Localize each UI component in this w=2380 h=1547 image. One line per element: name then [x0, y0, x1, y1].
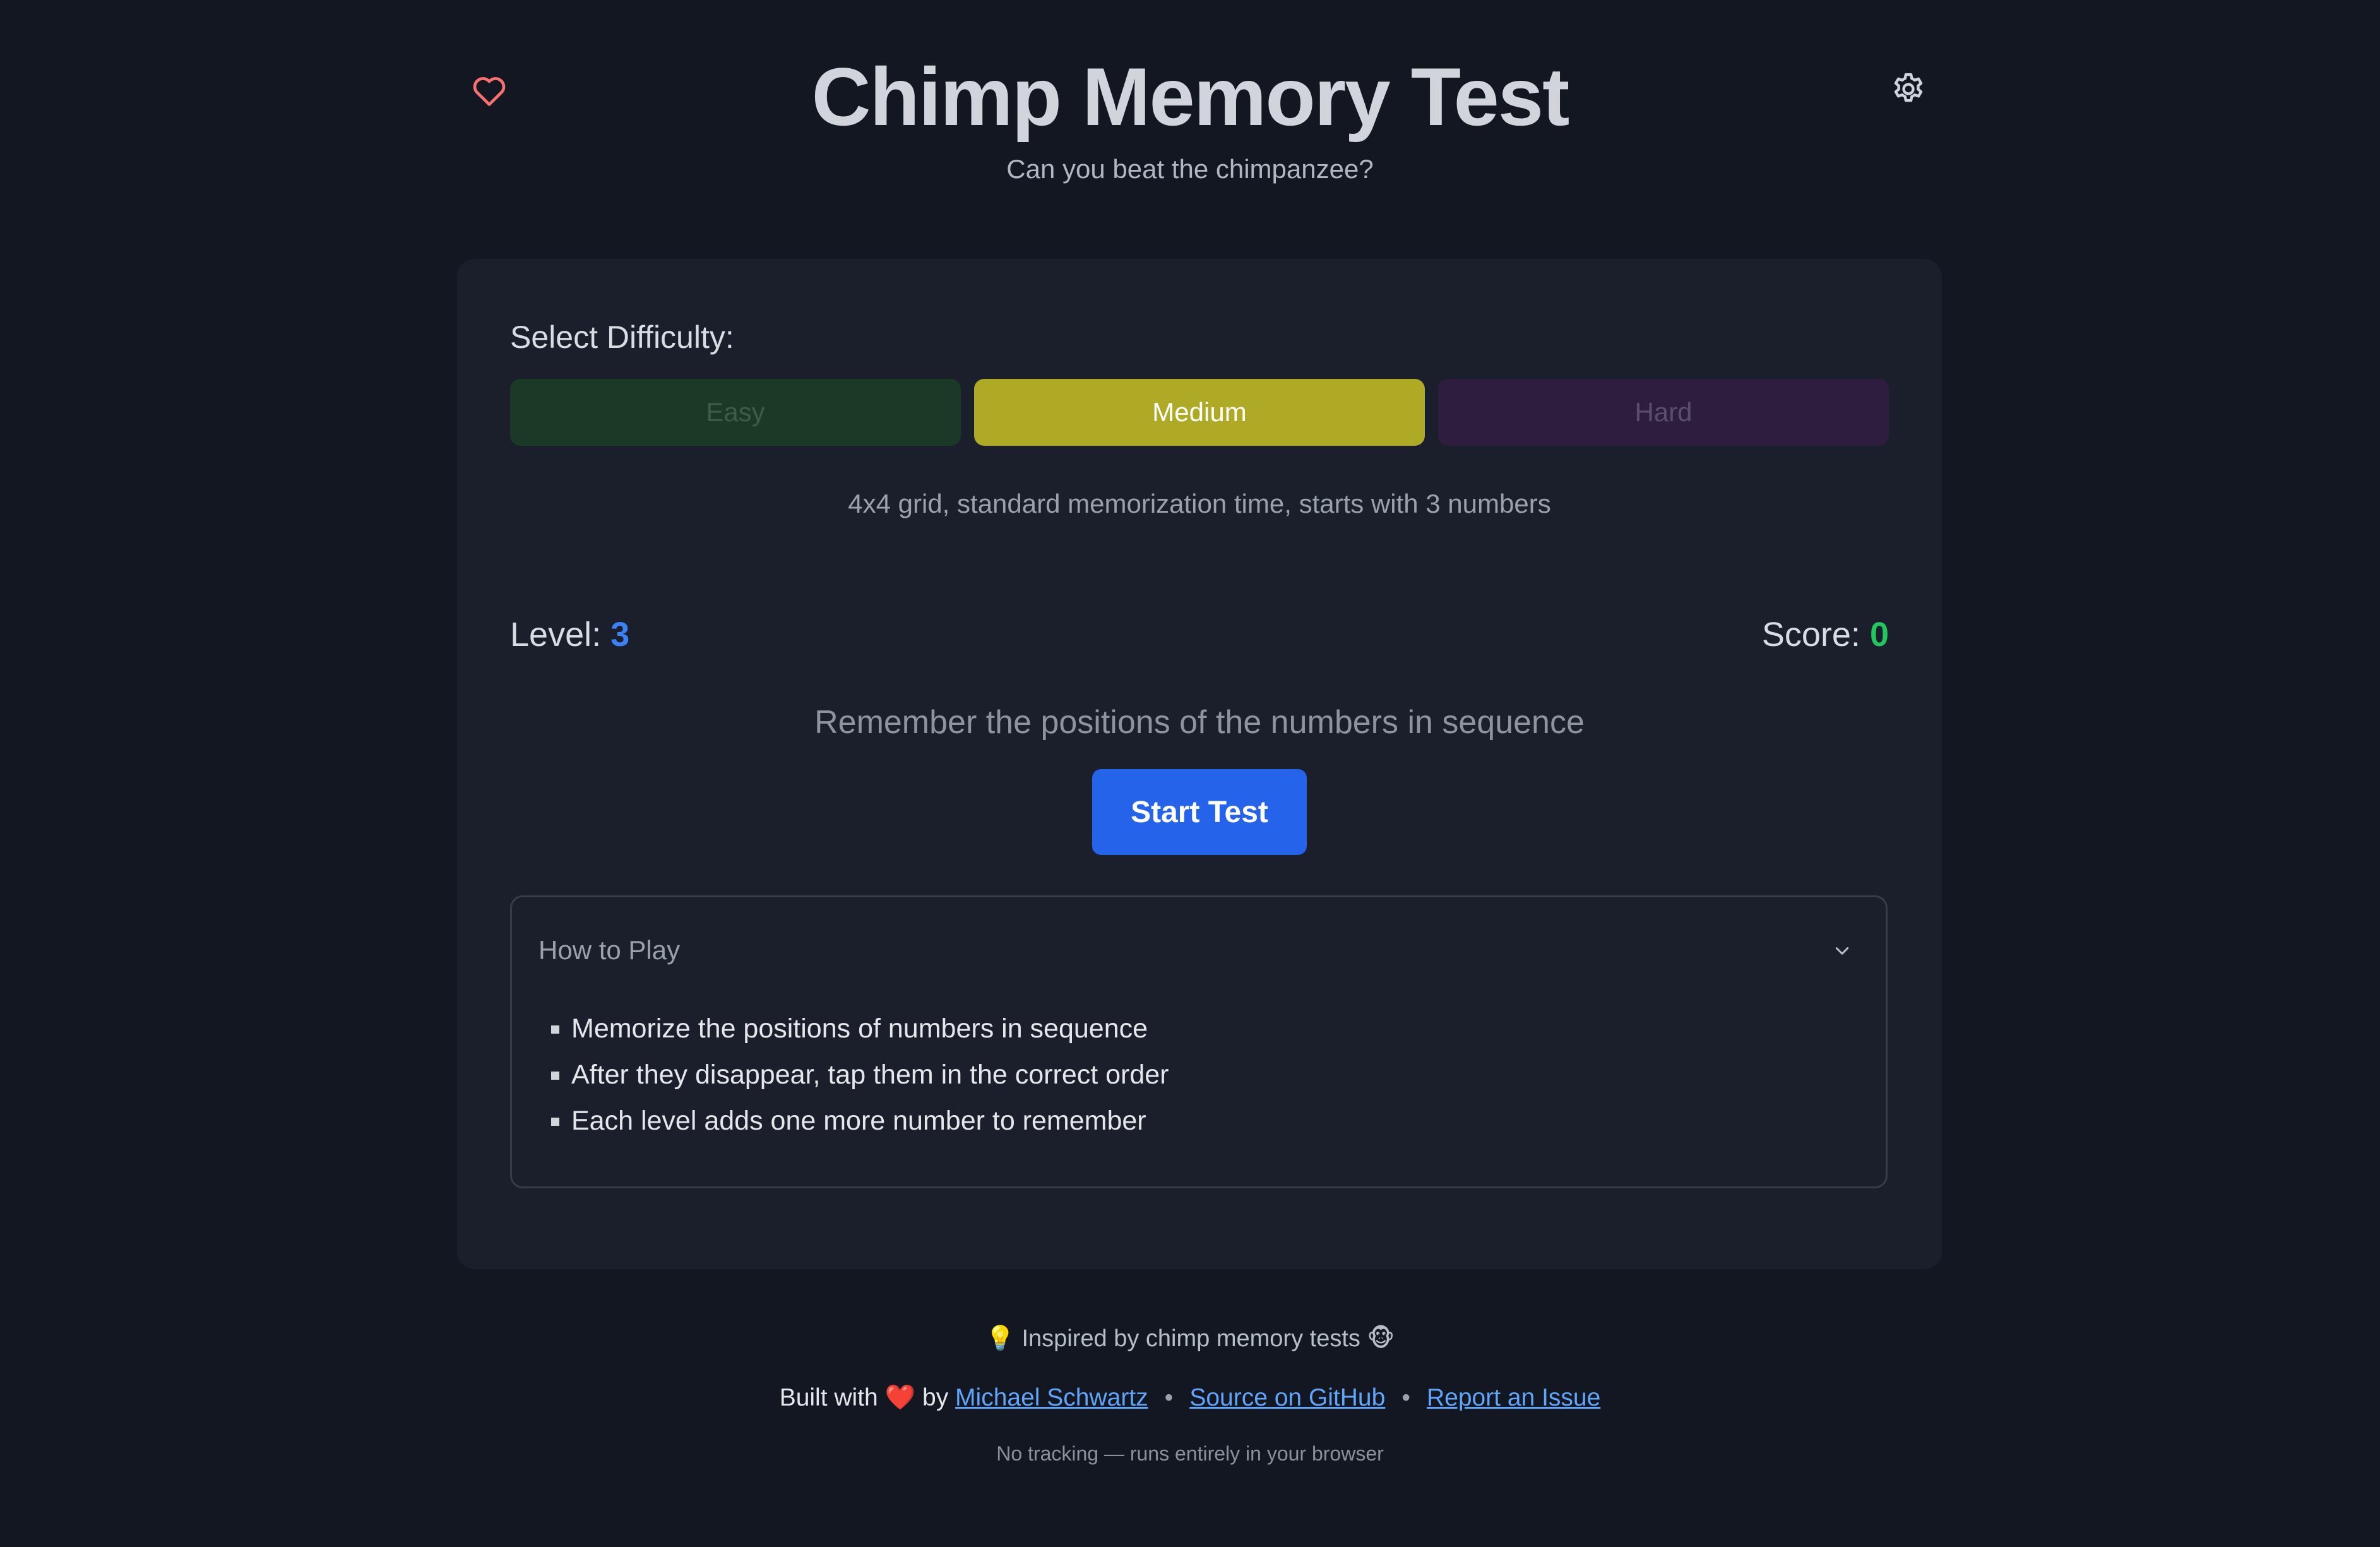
game-instruction: Remember the positions of the numbers in…	[814, 704, 1585, 741]
how-to-play-title: How to Play	[538, 935, 681, 965]
report-issue-link[interactable]: Report an Issue	[1427, 1384, 1600, 1411]
separator: •	[1164, 1384, 1174, 1411]
list-item: Each level adds one more number to remem…	[512, 1098, 1169, 1144]
score-label: Score:	[1761, 616, 1860, 654]
level-value: 3	[610, 616, 630, 654]
score-indicator: Score: 0	[1762, 612, 1889, 657]
by-text: by	[922, 1384, 949, 1411]
page-header: Chimp Memory Test Can you beat the chimp…	[0, 0, 2380, 227]
difficulty-hard-button[interactable]: Hard	[1438, 379, 1889, 446]
list-item: Memorize the positions of numbers in seq…	[512, 1006, 1169, 1052]
page-subtitle: Can you beat the chimpanzee?	[1006, 154, 1374, 184]
list-item: After they disappear, tap them in the co…	[512, 1052, 1169, 1098]
how-to-play-toggle[interactable]: How to Play	[512, 897, 1886, 1005]
level-label: Level:	[510, 616, 602, 654]
difficulty-medium-button[interactable]: Medium	[974, 379, 1425, 446]
page-title: Chimp Memory Test	[811, 51, 1570, 143]
level-indicator: Level: 3	[510, 612, 629, 657]
github-source-link[interactable]: Source on GitHub	[1189, 1384, 1385, 1411]
score-value: 0	[1869, 616, 1889, 654]
footer-credits: Built with ❤️ by Michael Schwartz • Source…	[0, 1380, 2380, 1416]
how-to-play-list: Memorize the positions of numbers in seq…	[512, 1006, 1169, 1144]
separator: •	[1401, 1384, 1410, 1411]
how-to-play-panel: How to Play Memorize the positions of nu…	[510, 895, 1888, 1188]
game-card: Select Difficulty: Easy Medium Hard 4x4 …	[457, 259, 1942, 1269]
difficulty-easy-button[interactable]: Easy	[510, 379, 961, 446]
difficulty-description: 4x4 grid, standard memorization time, st…	[848, 489, 1551, 518]
footer-privacy-note: No tracking — runs entirely in your brow…	[996, 1442, 1384, 1465]
gear-icon	[1894, 73, 1923, 102]
heart-emoji: ❤️	[884, 1384, 916, 1411]
settings-button[interactable]	[1874, 54, 1943, 124]
author-link[interactable]: Michael Schwartz	[955, 1384, 1148, 1411]
difficulty-label: Select Difficulty:	[510, 320, 734, 355]
footer-inspired: 💡 Inspired by chimp memory tests 🐵	[985, 1325, 1395, 1352]
chevron-down-icon	[1835, 947, 1849, 955]
built-with-text: Built with	[779, 1384, 878, 1411]
start-test-button[interactable]: Start Test	[1092, 769, 1307, 855]
